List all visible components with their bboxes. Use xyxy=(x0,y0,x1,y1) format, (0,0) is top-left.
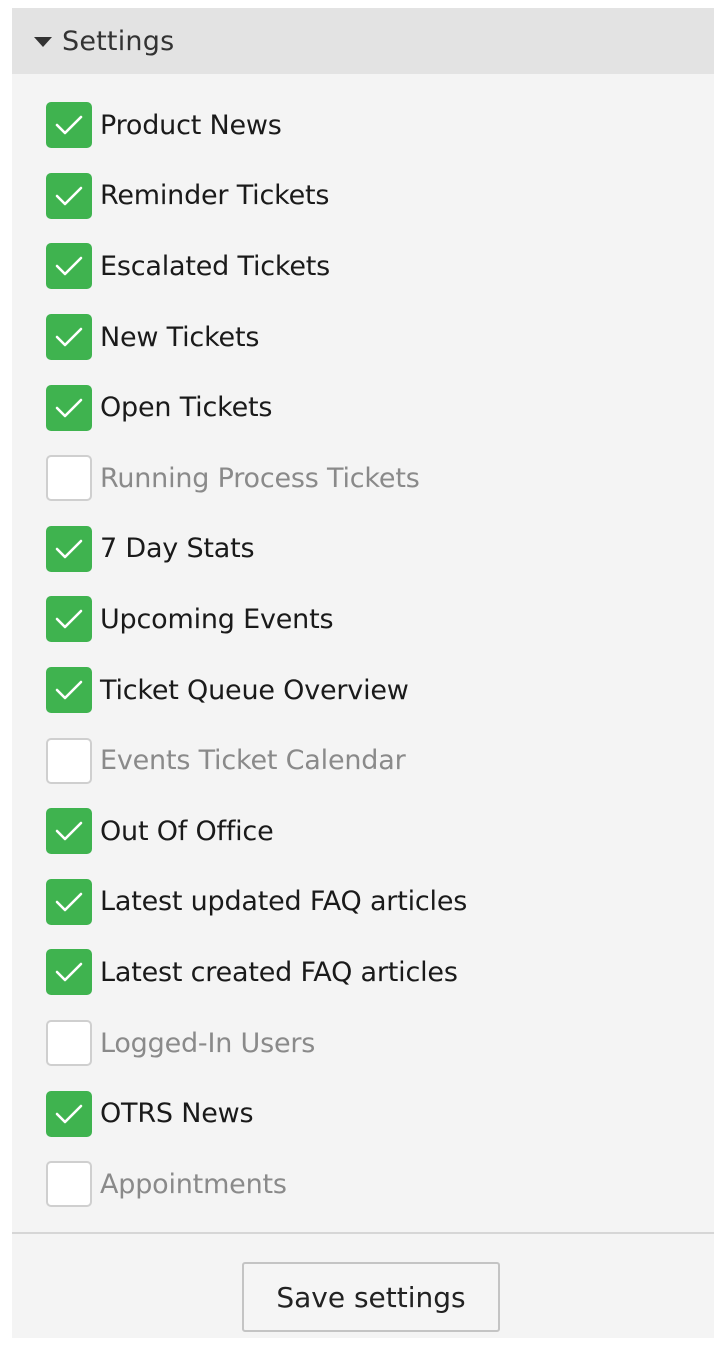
checkmark-icon xyxy=(55,892,83,912)
checkbox-open-tickets[interactable] xyxy=(46,384,92,431)
checkbox-appointments[interactable] xyxy=(46,1161,92,1208)
checkmark-icon xyxy=(55,963,83,982)
option-label: Out Of Office xyxy=(100,815,274,847)
settings-option-new-tickets[interactable]: New Tickets xyxy=(12,302,714,373)
panel-title: Settings xyxy=(62,25,175,57)
checkmark-icon xyxy=(55,610,83,629)
settings-option-logged-in-users[interactable]: Logged-In Users xyxy=(12,1008,714,1079)
option-label: Running Process Tickets xyxy=(100,462,420,494)
option-label: Open Tickets xyxy=(100,392,273,424)
checkmark-icon xyxy=(55,1104,83,1123)
option-label: OTRS News xyxy=(100,1098,254,1130)
checkmark-icon xyxy=(55,257,83,276)
settings-option-latest-created-faq-articles[interactable]: Latest created FAQ articles xyxy=(12,937,714,1008)
option-label: Appointments xyxy=(100,1168,287,1200)
settings-option-events-ticket-calendar[interactable]: Events Ticket Calendar xyxy=(12,725,714,796)
settings-option-ticket-queue-overview[interactable]: Ticket Queue Overview xyxy=(12,655,714,726)
checkmark-icon xyxy=(55,327,83,347)
checkbox-product-news[interactable] xyxy=(46,102,92,149)
option-label: Reminder Tickets xyxy=(100,180,330,212)
option-label: Ticket Queue Overview xyxy=(100,674,409,706)
checkbox-events-ticket-calendar[interactable] xyxy=(46,737,92,784)
settings-option-open-tickets[interactable]: Open Tickets xyxy=(12,372,714,443)
save-settings-button[interactable]: Save settings xyxy=(242,1262,500,1332)
checkmark-icon xyxy=(55,821,83,841)
checkmark-icon xyxy=(55,398,83,417)
checkbox-7-day-stats[interactable] xyxy=(46,525,92,572)
settings-option-appointments[interactable]: Appointments xyxy=(12,1149,714,1220)
checkbox-ticket-queue-overview[interactable] xyxy=(46,667,92,714)
option-label: Escalated Tickets xyxy=(100,250,331,282)
settings-option-upcoming-events[interactable]: Upcoming Events xyxy=(12,584,714,655)
checkmark-icon xyxy=(55,539,83,559)
checkbox-logged-in-users[interactable] xyxy=(46,1020,92,1067)
checkbox-latest-updated-faq-articles[interactable] xyxy=(46,878,92,925)
settings-option-product-news[interactable]: Product News xyxy=(12,90,714,161)
settings-option-running-process-tickets[interactable]: Running Process Tickets xyxy=(12,443,714,514)
settings-panel: Settings Product News Reminder Tickets E… xyxy=(12,8,714,1338)
settings-option-otrs-news[interactable]: OTRS News xyxy=(12,1078,714,1149)
checkbox-escalated-tickets[interactable] xyxy=(46,243,92,290)
caret-down-icon[interactable] xyxy=(34,37,52,47)
settings-header[interactable]: Settings xyxy=(12,8,714,74)
option-label: Upcoming Events xyxy=(100,603,334,635)
checkmark-icon xyxy=(55,115,83,135)
settings-option-out-of-office[interactable]: Out Of Office xyxy=(12,796,714,867)
settings-option-latest-updated-faq-articles[interactable]: Latest updated FAQ articles xyxy=(12,867,714,938)
option-label: Latest created FAQ articles xyxy=(100,956,458,988)
checkbox-upcoming-events[interactable] xyxy=(46,596,92,643)
option-label: Logged-In Users xyxy=(100,1027,316,1059)
option-label: Product News xyxy=(100,109,282,141)
option-label: 7 Day Stats xyxy=(100,533,255,565)
checkmark-icon xyxy=(55,680,83,700)
settings-option-escalated-tickets[interactable]: Escalated Tickets xyxy=(12,231,714,302)
checkbox-latest-created-faq-articles[interactable] xyxy=(46,949,92,996)
option-label: New Tickets xyxy=(100,321,260,353)
option-label: Latest updated FAQ articles xyxy=(100,886,468,918)
panel-footer: Save settings xyxy=(12,1232,714,1338)
settings-option-list: Product News Reminder Tickets Escalated … xyxy=(12,90,714,1220)
checkbox-reminder-tickets[interactable] xyxy=(46,172,92,219)
checkbox-out-of-office[interactable] xyxy=(46,808,92,855)
checkbox-otrs-news[interactable] xyxy=(46,1090,92,1137)
settings-option-7-day-stats[interactable]: 7 Day Stats xyxy=(12,514,714,585)
checkmark-icon xyxy=(55,186,83,206)
checkbox-new-tickets[interactable] xyxy=(46,314,92,361)
checkbox-running-process-tickets[interactable] xyxy=(46,455,92,502)
settings-option-reminder-tickets[interactable]: Reminder Tickets xyxy=(12,161,714,232)
option-label: Events Ticket Calendar xyxy=(100,745,406,777)
